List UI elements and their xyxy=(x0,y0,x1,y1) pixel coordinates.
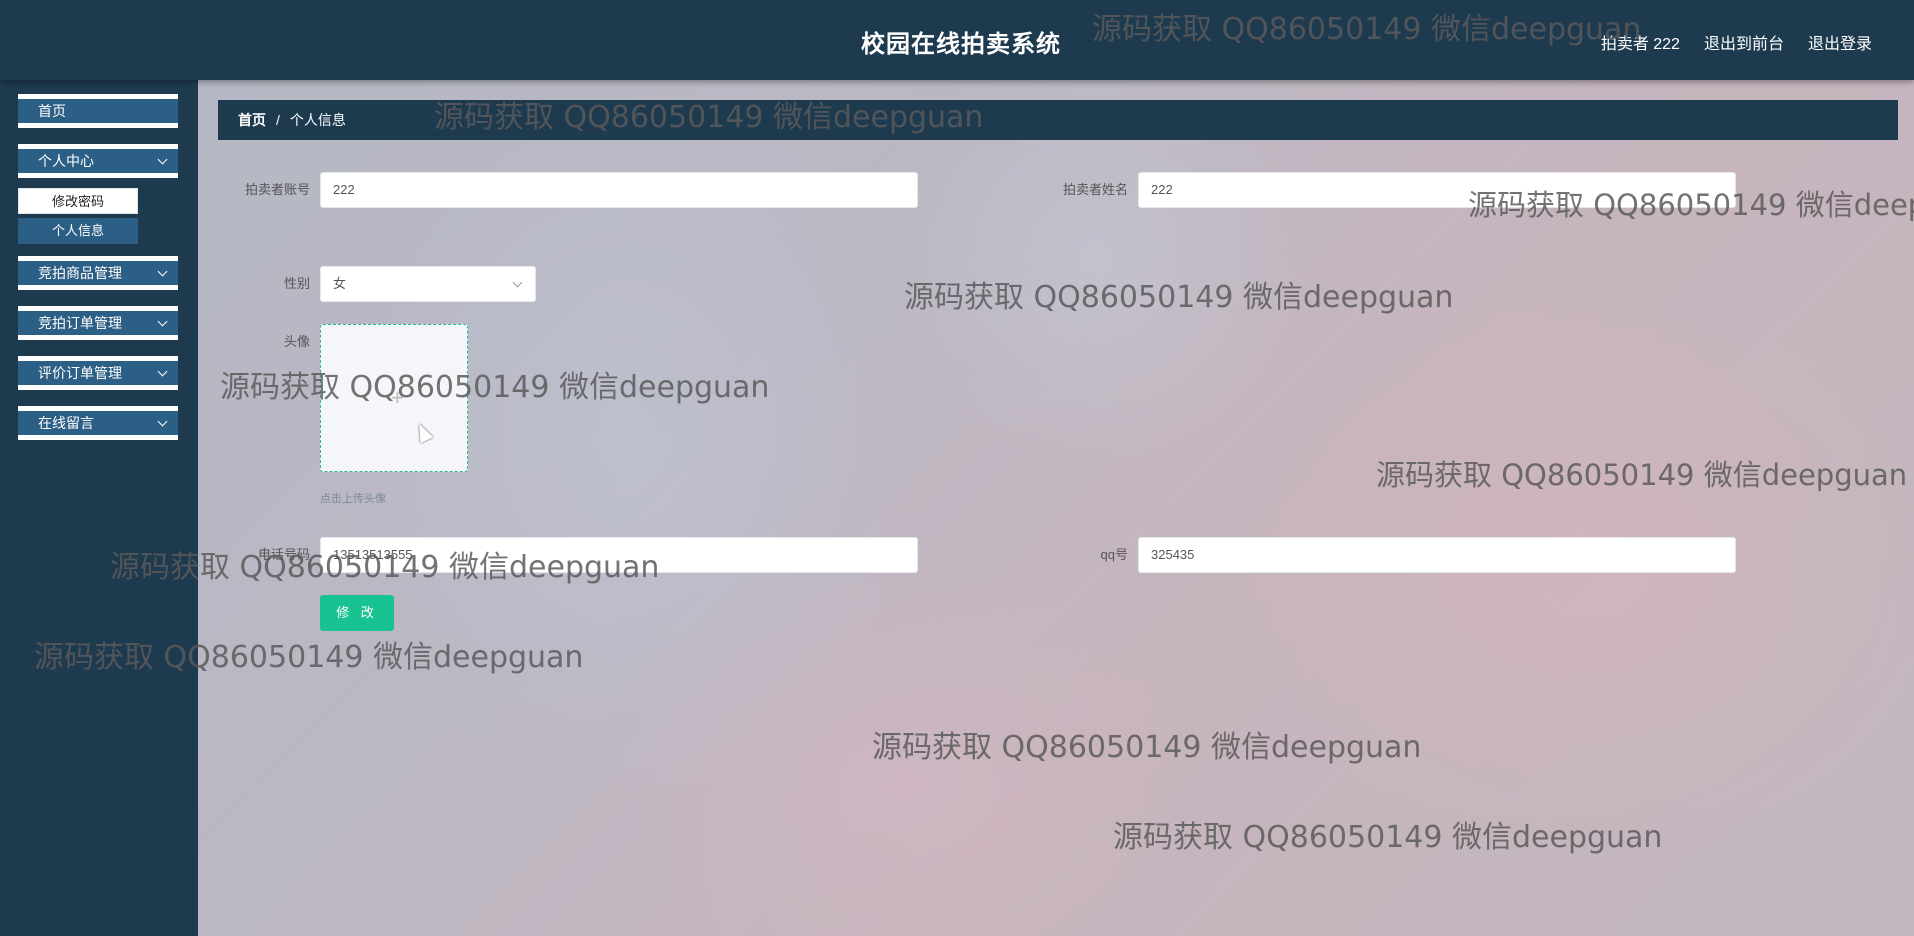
modify-button[interactable]: 修 改 xyxy=(320,595,394,631)
sidebar-subitem-label: 修改密码 xyxy=(51,194,104,209)
gender-selected-value: 女 xyxy=(333,276,347,291)
watermark: 源码获取 QQ86050149 微信deepguan xyxy=(1376,458,1908,492)
gender-select[interactable]: 女 xyxy=(320,266,536,302)
chevron-down-icon xyxy=(157,266,168,277)
sidebar-subitem-change-password[interactable]: 修改密码 xyxy=(18,188,138,214)
watermark: 源码获取 QQ86050149 微信deepguan xyxy=(220,370,770,405)
sidebar-item-auction-orders[interactable]: 竞拍订单管理 xyxy=(18,306,178,340)
sidebar-item-label: 首页 xyxy=(38,103,66,119)
watermark: 源码获取 QQ86050149 微信deepguan xyxy=(110,550,660,585)
sidebar-subitem-label: 个人信息 xyxy=(51,223,104,238)
breadcrumb-current: 个人信息 xyxy=(289,112,346,128)
header-actions: 拍卖者 222 退出到前台 退出登录 xyxy=(1601,30,1872,54)
watermark: 源码获取 QQ86050149 微信deepguan xyxy=(904,280,1454,315)
avatar-label: 头像 xyxy=(283,334,310,349)
watermark: 源码获取 QQ86050149 微信deepguan xyxy=(872,730,1422,765)
sidebar-item-online-messages[interactable]: 在线留言 xyxy=(18,406,178,440)
sidebar-item-label: 个人中心 xyxy=(38,153,94,169)
sidebar-item-label: 在线留言 xyxy=(38,415,94,431)
watermark: 源码获取 QQ86050149 微信deepguan xyxy=(1113,820,1663,855)
sidebar-subitem-personal-info[interactable]: 个人信息 xyxy=(18,218,138,244)
logout-link[interactable]: 退出登录 xyxy=(1808,30,1872,54)
avatar-upload-hint: 点击上传头像 xyxy=(320,493,386,505)
sidebar-item-label: 评价订单管理 xyxy=(38,365,122,381)
name-label: 拍卖者姓名 xyxy=(1062,182,1128,197)
chevron-down-icon xyxy=(512,277,523,288)
qq-field[interactable]: 325435 xyxy=(1138,537,1736,573)
chevron-down-icon xyxy=(157,366,168,377)
watermark: 源码获取 QQ86050149 微信deepguan xyxy=(434,100,984,135)
breadcrumb-separator: / xyxy=(276,112,280,128)
sidebar-item-auction-goods[interactable]: 竞拍商品管理 xyxy=(18,256,178,290)
chevron-down-icon xyxy=(157,416,168,427)
sidebar-item-label: 竞拍订单管理 xyxy=(38,315,122,331)
qq-label: qq号 xyxy=(1100,547,1128,562)
sidebar-item-personal-center[interactable]: 个人中心 xyxy=(18,144,178,178)
sidebar: 首页 个人中心 修改密码 个人信息 竞拍商品管理 竞拍订单管理 评价订单管理 在… xyxy=(0,80,198,936)
app-title: 校园在线拍卖系统 xyxy=(861,31,1061,58)
exit-to-frontend-link[interactable]: 退出到前台 xyxy=(1704,30,1784,54)
sidebar-item-home[interactable]: 首页 xyxy=(18,94,178,128)
watermark: 源码获取 QQ86050149 微信deepguan xyxy=(1092,12,1642,47)
account-field[interactable]: 222 xyxy=(320,172,918,208)
watermark: 源码获取 QQ86050149 微信deepguan xyxy=(34,640,584,675)
chevron-down-icon xyxy=(157,154,168,165)
account-label: 拍卖者账号 xyxy=(244,182,310,197)
sidebar-item-review-orders[interactable]: 评价订单管理 xyxy=(18,356,178,390)
breadcrumb-home[interactable]: 首页 xyxy=(238,112,266,128)
watermark: 源码获取 QQ86050149 微信deepguan xyxy=(1468,188,1914,222)
sidebar-item-label: 竞拍商品管理 xyxy=(38,265,122,281)
chevron-down-icon xyxy=(157,316,168,327)
gender-label: 性别 xyxy=(283,276,310,291)
